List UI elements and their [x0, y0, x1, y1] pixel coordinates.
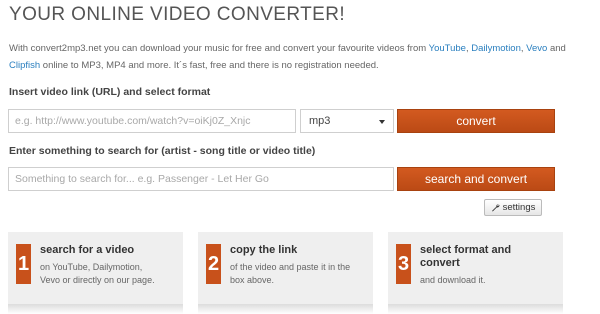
- step-number: 3: [396, 244, 411, 284]
- card-shadow: [388, 304, 563, 314]
- step-title: copy the link: [230, 244, 298, 256]
- caret-down-icon: [379, 120, 385, 124]
- convert-section-label: Insert video link (URL) and select forma…: [9, 86, 211, 98]
- step-description: on YouTube, Dailymotion,: [40, 262, 143, 272]
- link-clipfish[interactable]: Clipfish: [9, 60, 40, 71]
- step-number: 1: [16, 244, 31, 284]
- step-title: select format and: [420, 244, 512, 256]
- video-url-input[interactable]: e.g. http://www.youtube.com/watch?v=oiKj…: [8, 109, 296, 133]
- card-shadow: [198, 304, 373, 314]
- card-shadow: [8, 304, 183, 314]
- step-description: box above.: [230, 275, 275, 285]
- search-input[interactable]: Something to search for... e.g. Passenge…: [8, 167, 394, 191]
- step-number: 2: [206, 244, 221, 284]
- intro-text: With convert2mp3.net you can download yo…: [9, 40, 589, 74]
- convert-button[interactable]: convert: [397, 109, 555, 133]
- intro-part: online to MP3, MP4 and more. It´s fast, …: [40, 60, 379, 71]
- search-and-convert-button[interactable]: search and convert: [397, 167, 555, 191]
- format-select-value: mp3: [309, 115, 331, 127]
- page-title: YOUR ONLINE VIDEO CONVERTER!: [9, 4, 346, 25]
- link-youtube[interactable]: YouTube: [429, 43, 466, 54]
- settings-label: settings: [502, 202, 536, 213]
- search-section-label: Enter something to search for (artist - …: [9, 145, 316, 157]
- wrench-icon: [491, 204, 500, 212]
- format-select[interactable]: mp3: [300, 109, 394, 133]
- step-description: and download it.: [420, 275, 486, 285]
- intro-part: and: [547, 43, 566, 54]
- step-card-1: 1 search for a video on YouTube, Dailymo…: [8, 232, 183, 304]
- link-dailymotion[interactable]: Dailymotion: [471, 43, 521, 54]
- step-description: Vevo or directly on our page.: [40, 275, 155, 285]
- settings-button[interactable]: settings: [484, 199, 542, 216]
- link-vevo[interactable]: Vevo: [526, 43, 547, 54]
- intro-part: With convert2mp3.net you can download yo…: [9, 43, 429, 54]
- step-card-3: 3 select format and convert and download…: [388, 232, 563, 304]
- step-title: search for a video: [40, 244, 135, 256]
- step-title: convert: [420, 257, 460, 269]
- step-card-2: 2 copy the link of the video and paste i…: [198, 232, 373, 304]
- step-description: of the video and paste it in the: [230, 262, 351, 272]
